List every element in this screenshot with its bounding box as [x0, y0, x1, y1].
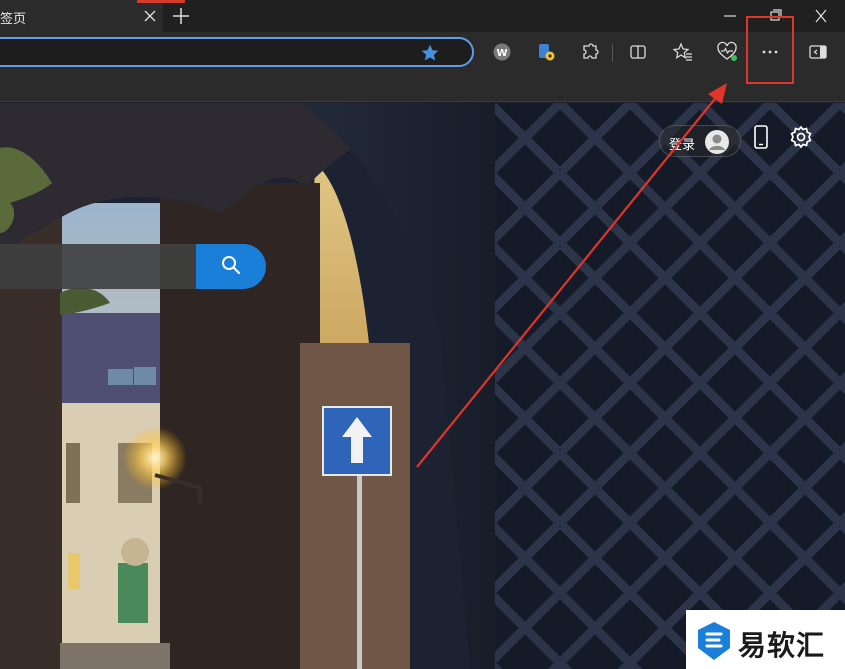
tab-highlight-mark [137, 0, 185, 3]
tab-close-icon[interactable] [140, 6, 160, 26]
search-input[interactable] [0, 244, 196, 289]
profile-w-icon[interactable]: W [489, 39, 515, 65]
window-close-icon[interactable] [809, 6, 833, 26]
watermark-text: 易软汇 [738, 629, 826, 662]
address-bar[interactable] [0, 37, 474, 67]
watermark: 易软汇 [686, 610, 845, 669]
login-button[interactable]: 登录 [659, 125, 741, 157]
toolbar-separator [612, 44, 613, 62]
extensions-icon[interactable] [577, 39, 603, 65]
add-favorite-star-icon[interactable] [420, 43, 440, 63]
svg-text:W: W [496, 48, 507, 59]
phone-icon[interactable] [751, 124, 771, 150]
minimize-icon[interactable] [718, 6, 742, 26]
sidebar-toggle-icon[interactable] [805, 39, 831, 65]
watermark-logo [694, 620, 734, 662]
settings-gear-icon[interactable] [788, 124, 814, 150]
new-tab-icon[interactable] [170, 5, 192, 27]
annotation-highlight-box [746, 16, 794, 84]
browser-essentials-icon[interactable] [714, 39, 740, 65]
title-bar: 签页 [0, 0, 845, 32]
background-photo [0, 103, 845, 669]
search-button[interactable] [196, 244, 266, 289]
page-content: 登录 [0, 103, 845, 669]
login-label: 登录 [669, 138, 696, 153]
favorites-icon[interactable] [670, 39, 696, 65]
tab-active[interactable]: 签页 [0, 0, 163, 32]
tab-title: 签页 [0, 12, 27, 27]
avatar-icon [704, 129, 730, 155]
split-screen-icon[interactable] [625, 39, 651, 65]
search-icon [220, 254, 242, 280]
toolbar: W [0, 32, 845, 72]
toolbar-strip [0, 72, 845, 102]
wallet-icon[interactable] [533, 39, 559, 65]
